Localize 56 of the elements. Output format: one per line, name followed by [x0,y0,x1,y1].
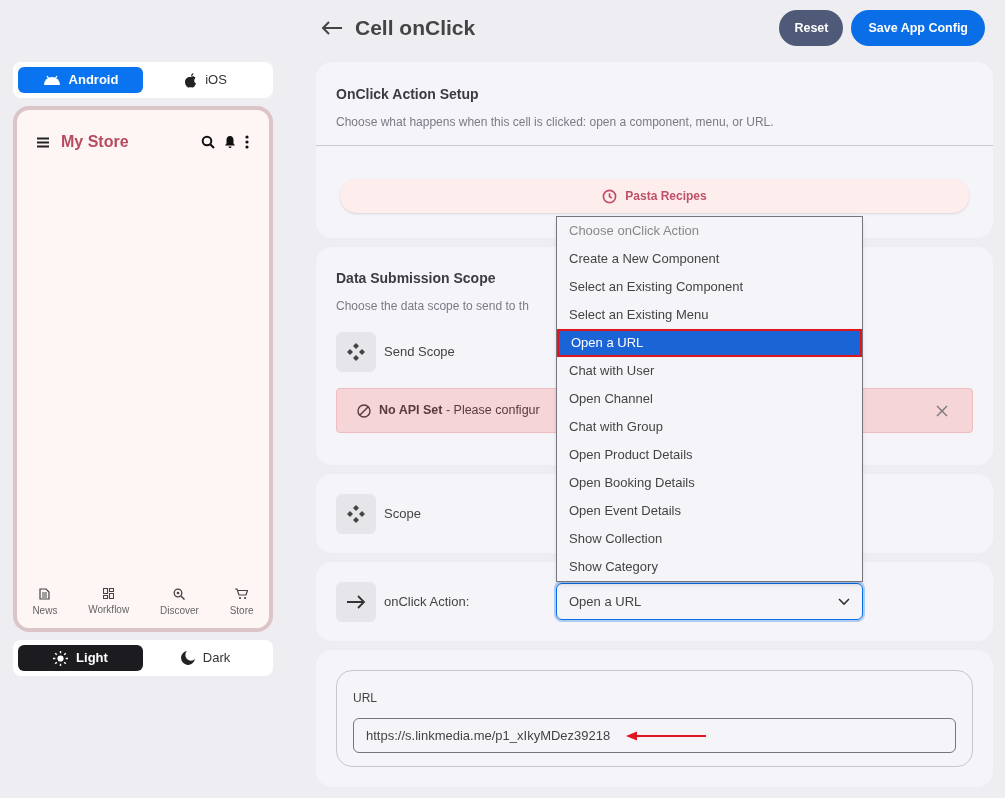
back-arrow-icon[interactable] [321,21,343,35]
sun-icon [53,650,69,666]
nav-item[interactable]: Discover [159,588,199,618]
blocked-icon [357,403,371,418]
section-description: Choose the data scope to send to th [336,298,529,315]
save-button[interactable]: Save App Config [851,10,985,46]
light-tab[interactable]: Light [18,645,143,671]
android-icon [42,75,61,85]
nav-item[interactable]: Workflow [88,588,130,618]
close-icon[interactable] [936,404,948,417]
section-title: OnClick Action Setup [336,85,480,104]
scope-icon [336,332,376,372]
nav-item[interactable]: News [32,588,58,618]
url-field[interactable]: https://s.linkmedia.me/p1_xIkyMDez39218 [353,718,956,753]
dropdown-option[interactable]: Open Booking Details [557,469,862,497]
search-icon[interactable] [201,135,215,149]
zoom-icon [173,588,186,600]
android-tab[interactable]: Android [18,67,143,93]
row-label: onClick Action: [384,592,471,611]
dropdown-option[interactable]: Select an Existing Menu [557,301,862,329]
dropdown-option[interactable]: Select an Existing Component [557,273,862,301]
reset-button[interactable]: Reset [779,10,844,46]
section-description: Choose what happens when this cell is clicked: open a component, menu, or URL. [336,114,775,131]
chip-label: Pasta Recipes [625,188,707,205]
bell-icon[interactable] [224,135,236,149]
dashboard-icon [103,588,115,599]
dropdown-option[interactable]: Open Product Details [557,441,862,469]
clock-icon [602,188,618,204]
app-title: My Store [61,132,129,152]
dropdown-option[interactable]: Chat with User [557,357,862,385]
dropdown-option[interactable]: Create a New Component [557,245,862,273]
action-select[interactable]: Open a URL [556,583,863,620]
document-icon [39,588,51,600]
section-title: Data Submission Scope [336,269,496,288]
cart-icon [235,588,249,600]
dropdown-option[interactable]: Open Event Details [557,497,862,525]
row-label: Send Scope [384,343,455,362]
row-label: Scope [384,504,421,523]
alert-message: No API Set - Please configur [379,402,540,420]
dropdown-option: Choose onClick Action [557,217,862,245]
dropdown-option[interactable]: Open Channel [557,385,862,413]
more-icon[interactable] [245,135,249,149]
apple-icon [184,72,198,88]
dark-tab[interactable]: Dark [143,645,268,671]
dropdown-option[interactable]: Show Category [557,553,862,581]
ios-tab[interactable]: iOS [143,67,268,93]
chevron-down-icon [838,597,850,606]
moon-icon [180,651,195,665]
menu-icon[interactable] [37,136,49,148]
field-label: URL [353,690,378,707]
page-title: Cell onClick [355,15,476,42]
dropdown-option[interactable]: Show Collection [557,525,862,553]
scope-icon [336,493,376,534]
dropdown-option[interactable]: Open a URL [557,329,862,357]
nav-item[interactable]: Store [229,588,254,618]
dropdown-option[interactable]: Chat with Group [557,413,862,441]
